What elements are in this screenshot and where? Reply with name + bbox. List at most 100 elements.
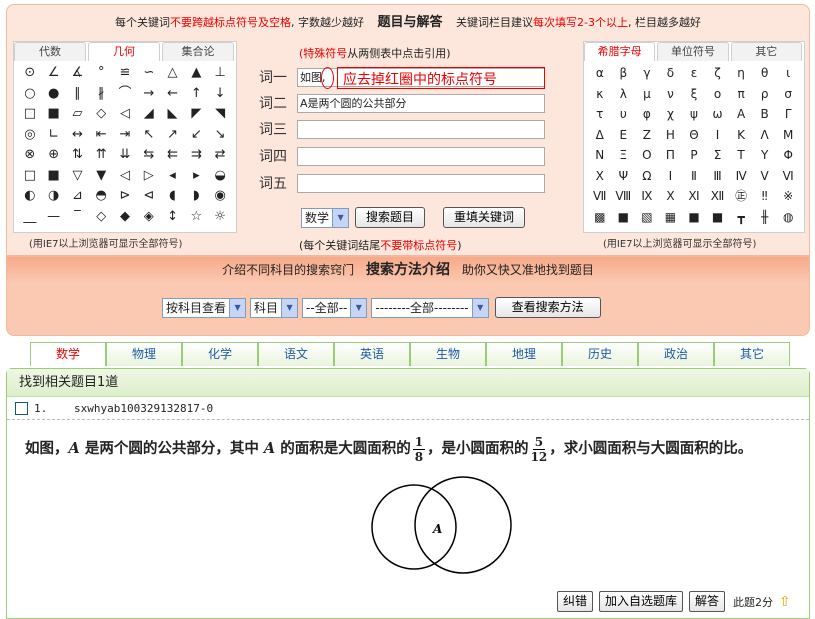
symbol-button[interactable]: Ψ	[612, 166, 636, 187]
symbol-button[interactable]: ┳	[729, 207, 753, 228]
subcategory-select[interactable]: --------全部-------- ▼	[371, 297, 489, 318]
symbol-button[interactable]: ψ	[682, 104, 706, 125]
symbol-button[interactable]: ◒	[208, 166, 232, 187]
symbol-tab[interactable]: 单位符号	[657, 42, 729, 61]
symbol-button[interactable]: Ⅲ	[706, 166, 730, 187]
symbol-button[interactable]: ∟	[42, 125, 66, 146]
symbol-button[interactable]: δ	[659, 63, 683, 84]
symbol-button[interactable]: ⇇	[161, 145, 185, 166]
subject-tab[interactable]: 化学	[182, 342, 258, 366]
symbol-button[interactable]: Ⅱ	[682, 166, 706, 187]
symbol-button[interactable]: Τ	[729, 145, 753, 166]
search-button[interactable]: 搜索题目	[355, 207, 426, 228]
symbol-button[interactable]: Ω	[635, 166, 659, 187]
symbol-button[interactable]: α	[588, 63, 612, 84]
symbol-button[interactable]: ◣	[161, 104, 185, 125]
symbol-button[interactable]: □	[18, 166, 42, 187]
symbol-button[interactable]: Φ	[776, 145, 800, 166]
symbol-button[interactable]: Ⅳ	[729, 166, 753, 187]
arrow-up-icon[interactable]: ⇧	[779, 594, 791, 610]
symbol-button[interactable]: ▽	[66, 166, 90, 187]
symbol-tab[interactable]: 其它	[730, 42, 802, 61]
symbol-button[interactable]: ▱	[66, 104, 90, 125]
symbol-button[interactable]: ∠	[42, 63, 66, 84]
symbol-button[interactable]: ◁	[113, 104, 137, 125]
symbol-button[interactable]: ▩	[588, 207, 612, 228]
symbol-button[interactable]: ⇉	[184, 145, 208, 166]
symbol-button[interactable]: φ	[635, 104, 659, 125]
subject-tab[interactable]: 生物	[410, 342, 486, 366]
view-method-button[interactable]: 查看搜索方法	[494, 297, 601, 318]
symbol-button[interactable]: ⇅	[66, 145, 90, 166]
symbol-button[interactable]: Μ	[776, 125, 800, 146]
symbol-button[interactable]: ζ	[706, 63, 730, 84]
symbol-button[interactable]: ◑	[42, 186, 66, 207]
symbol-button[interactable]: ∦	[89, 84, 113, 105]
symbol-button[interactable]: Ζ	[635, 125, 659, 146]
symbol-button[interactable]: η	[729, 63, 753, 84]
symbol-button[interactable]: γ	[635, 63, 659, 84]
symbol-button[interactable]: ↖	[137, 125, 161, 146]
symbol-button[interactable]: ∥	[66, 84, 90, 105]
symbol-button[interactable]: ◈	[137, 207, 161, 228]
subject-tab[interactable]: 地理	[486, 342, 562, 366]
symbol-button[interactable]: ▼	[89, 166, 113, 187]
symbol-tab[interactable]: 几何	[88, 42, 160, 61]
symbol-button[interactable]: °	[89, 63, 113, 84]
symbol-button[interactable]: ☼	[208, 207, 232, 228]
symbol-button[interactable]: Ⅵ	[776, 166, 800, 187]
symbol-button[interactable]: ※	[776, 186, 800, 207]
symbol-button[interactable]: ⊗	[18, 145, 42, 166]
symbol-button[interactable]: —	[42, 207, 66, 228]
symbol-button[interactable]: ◐	[18, 186, 42, 207]
symbol-button[interactable]: ⌒	[113, 84, 137, 105]
symbol-button[interactable]: σ	[776, 84, 800, 105]
symbol-button[interactable]: ○	[18, 84, 42, 105]
symbol-button[interactable]: ◓	[89, 186, 113, 207]
symbol-button[interactable]: ⊙	[18, 63, 42, 84]
select-checkbox[interactable]	[15, 402, 28, 415]
symbol-button[interactable]: κ	[588, 84, 612, 105]
symbol-button[interactable]: χ	[659, 104, 683, 125]
symbol-button[interactable]: ⊲	[137, 186, 161, 207]
symbol-button[interactable]: Ⅺ	[682, 186, 706, 207]
symbol-button[interactable]: ε	[682, 63, 706, 84]
symbol-button[interactable]: ο	[706, 84, 730, 105]
symbol-button[interactable]: ●	[42, 84, 66, 105]
symbol-button[interactable]: ⇥	[113, 125, 137, 146]
symbol-button[interactable]: ◂	[161, 166, 185, 187]
symbol-button[interactable]: ◁	[113, 166, 137, 187]
symbol-button[interactable]: μ	[635, 84, 659, 105]
symbol-button[interactable]: ξ	[682, 84, 706, 105]
symbol-button[interactable]: ▲	[184, 63, 208, 84]
symbol-button[interactable]: ⇆	[137, 145, 161, 166]
symbol-button[interactable]: ■	[682, 207, 706, 228]
symbol-button[interactable]: ⇊	[113, 145, 137, 166]
symbol-button[interactable]: ◉	[208, 186, 232, 207]
keyword-input[interactable]	[297, 146, 545, 166]
symbol-button[interactable]: Β	[753, 104, 777, 125]
symbol-button[interactable]: ∡	[66, 63, 90, 84]
symbol-button[interactable]: ⇈	[89, 145, 113, 166]
symbol-button[interactable]: __	[18, 207, 42, 228]
symbol-tab[interactable]: 集合论	[162, 42, 234, 61]
symbol-button[interactable]: Ⅴ	[753, 166, 777, 187]
symbol-button[interactable]: ㊣	[729, 186, 753, 207]
symbol-button[interactable]: △	[161, 63, 185, 84]
symbol-button[interactable]: υ	[612, 104, 636, 125]
symbol-button[interactable]: Ⅻ	[706, 186, 730, 207]
symbol-button[interactable]: ↘	[208, 125, 232, 146]
keyword-input[interactable]	[297, 173, 545, 193]
category-select[interactable]: --全部-- ▼	[302, 297, 368, 318]
symbol-button[interactable]: Η	[659, 125, 683, 146]
symbol-button[interactable]: Σ	[706, 145, 730, 166]
symbol-button[interactable]: ↓	[208, 84, 232, 105]
symbol-button[interactable]: Ξ	[612, 145, 636, 166]
symbol-button[interactable]: ι	[776, 63, 800, 84]
symbol-button[interactable]: π	[729, 84, 753, 105]
symbol-button[interactable]: Κ	[729, 125, 753, 146]
symbol-button[interactable]: ↗	[161, 125, 185, 146]
symbol-button[interactable]: □	[18, 104, 42, 125]
subject-tab[interactable]: 英语	[334, 342, 410, 366]
subject-tab[interactable]: 语文	[258, 342, 334, 366]
